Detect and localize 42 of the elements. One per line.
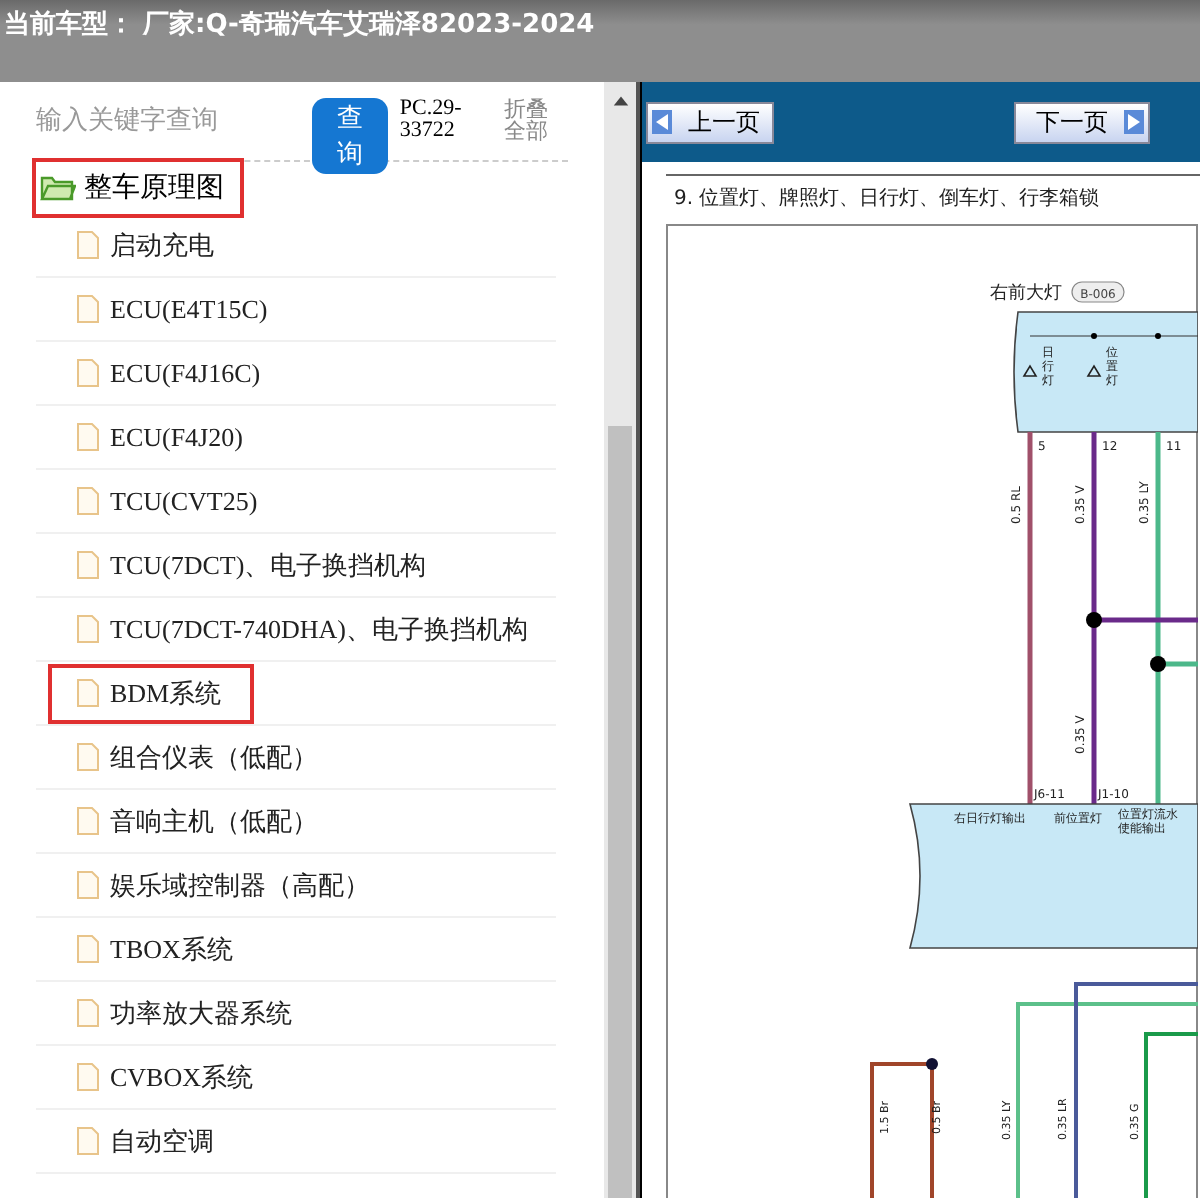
document-icon <box>76 678 100 708</box>
document-icon <box>76 742 100 772</box>
next-page-button[interactable]: 下一页 <box>1014 101 1150 143</box>
document-icon <box>76 550 100 580</box>
document-icon <box>76 230 100 260</box>
document-icon <box>76 358 100 388</box>
tree-item[interactable]: CVBOX系统 <box>52 1051 282 1103</box>
folder-icon <box>40 174 76 202</box>
tree-item[interactable]: TBOX系统 <box>52 923 261 975</box>
tree-item[interactable]: ECU(E4T15C) <box>52 285 296 333</box>
right-arrow-icon <box>1124 110 1144 134</box>
tree-item[interactable]: 自动空调 <box>52 1115 242 1167</box>
tree-item[interactable]: 娱乐域控制器（高配） <box>52 859 398 911</box>
vehicle-model-title: 当前车型： 厂家:Q-奇瑞汽车艾瑞泽82023-2024 <box>4 7 595 42</box>
tree-item[interactable]: 音响主机（低配） <box>52 795 346 847</box>
tree-item[interactable]: ECU(F4J20) <box>52 413 271 461</box>
document-icon <box>76 934 100 964</box>
document-code: PC.29-33722 <box>399 98 464 142</box>
tree-item[interactable]: 功率放大器系统 <box>52 987 320 1039</box>
document-icon <box>76 486 100 516</box>
tree-item[interactable]: BDM系统 <box>52 667 250 719</box>
document-icon <box>76 870 100 900</box>
document-icon <box>76 998 100 1028</box>
tree-item[interactable]: TCU(7DCT)、电子换挡机构 <box>52 539 455 591</box>
tree-root-item[interactable]: 整车原理图 <box>36 162 240 214</box>
search-button[interactable]: 查询 <box>312 98 388 174</box>
document-icon <box>76 422 100 452</box>
document-icon <box>76 806 100 836</box>
tree-item[interactable]: 组合仪表（低配） <box>52 731 346 783</box>
scrollbar[interactable] <box>604 82 636 1198</box>
scroll-up-icon[interactable] <box>611 94 629 106</box>
left-arrow-icon <box>652 110 672 134</box>
tree-item[interactable]: ECU(F4J16C) <box>52 349 289 397</box>
document-icon <box>76 1126 100 1156</box>
previous-page-button[interactable]: 上一页 <box>646 101 774 143</box>
collapse-all-link[interactable]: 折叠全部 <box>503 98 569 142</box>
tree-item[interactable]: 启动充电 <box>52 219 242 271</box>
document-icon <box>76 614 100 644</box>
tree-item[interactable]: TCU(CVT25) <box>52 477 286 525</box>
document-icon <box>76 294 100 324</box>
document-icon <box>76 1062 100 1092</box>
tree-item[interactable]: TCU(7DCT-740DHA)、电子换挡机构 <box>52 603 556 655</box>
